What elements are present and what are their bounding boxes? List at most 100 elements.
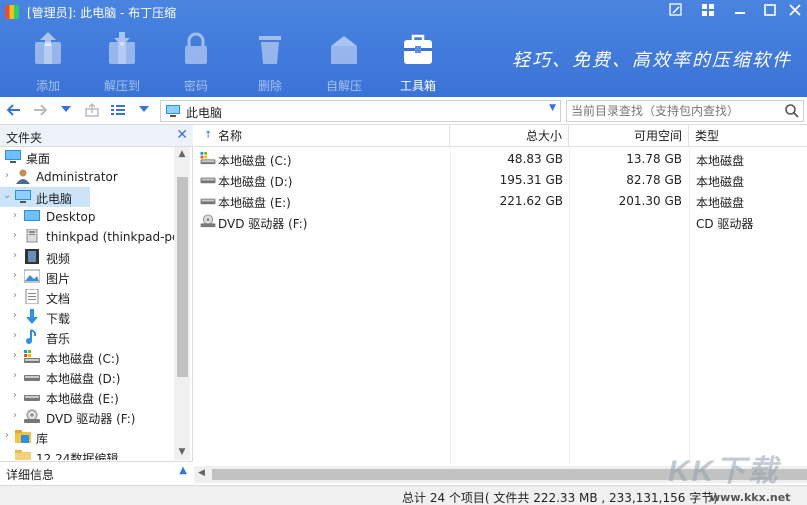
details-panel-toggle[interactable]: 详细信息 ▲: [0, 461, 193, 485]
table-row[interactable]: DVD 驱动器 (F:) CD 驱动器: [194, 211, 807, 232]
table-row[interactable]: 本地磁盘 (D:) 195.31 GB 82.78 GB 本地磁盘: [194, 169, 807, 190]
row-total: 195.31 GB: [499, 173, 563, 187]
sfx-button[interactable]: 自解压: [314, 30, 374, 94]
tree-item-label: thinkpad (thinkpad-pc: [46, 230, 174, 244]
table-row[interactable]: 本地磁盘 (E:) 221.62 GB 201.30 GB 本地磁盘: [194, 190, 807, 211]
password-button[interactable]: 密码: [166, 30, 226, 94]
file-list: ↑ 名称 总大小 可用空间 类型 本地磁盘 (C:) 48.83 GB 13.7…: [194, 125, 807, 485]
search-icon[interactable]: [784, 103, 800, 119]
tree-item-label: 本地磁盘 (C:): [46, 352, 120, 366]
expand-arrow-icon[interactable]: ›: [5, 430, 15, 441]
column-free-space[interactable]: 可用空间: [569, 125, 689, 147]
tree-item-label: DVD 驱动器 (F:): [46, 412, 136, 426]
tree-item-this-pc[interactable]: ⌄ 此电脑: [0, 187, 90, 207]
close-button[interactable]: [785, 3, 805, 21]
row-total: 48.83 GB: [507, 152, 563, 166]
tree-item-drive-d[interactable]: › 本地磁盘 (D:): [0, 367, 174, 387]
tree-scrollbar[interactable]: ▲ ▼: [174, 147, 190, 460]
row-type: 本地磁盘: [696, 196, 745, 210]
tree-item-folder[interactable]: 12.24数据编辑: [0, 447, 174, 460]
expand-arrow-icon[interactable]: ›: [13, 250, 23, 261]
column-name[interactable]: ↑ 名称: [194, 125, 450, 147]
drive-icon: [200, 177, 216, 184]
sfx-icon: [331, 36, 357, 64]
tree-item-label: 本地磁盘 (E:): [46, 392, 119, 406]
settings-icon[interactable]: [698, 3, 718, 21]
tree-item-videos[interactable]: › 视频: [0, 247, 174, 267]
delete-button[interactable]: 删除: [240, 30, 300, 94]
tree-item-label: 音乐: [46, 332, 71, 346]
folder-tree: 桌面 › Administrator ⌄ 此电脑 › Desktop › thi…: [0, 147, 174, 460]
scroll-down-icon[interactable]: ▼: [176, 447, 188, 457]
expand-arrow-icon[interactable]: ›: [13, 310, 23, 321]
address-dropdown-icon[interactable]: ▼: [549, 103, 556, 113]
expand-arrow-icon[interactable]: ›: [5, 170, 15, 181]
row-free: 82.78 GB: [626, 173, 682, 187]
library-icon: [15, 430, 31, 443]
up-folder-icon[interactable]: [83, 102, 101, 120]
tree-item-desktop-folder[interactable]: › Desktop: [0, 207, 174, 227]
tree-item-label: Administrator: [36, 170, 118, 184]
maximize-button[interactable]: [760, 3, 780, 21]
picture-icon: [24, 269, 40, 283]
folder-panel: 文件夹 ✕ 桌面 › Administrator ⌄ 此电脑 › Desktop…: [0, 125, 193, 485]
tree-item-drive-e[interactable]: › 本地磁盘 (E:): [0, 387, 174, 407]
tree-item-documents[interactable]: › 文档: [0, 287, 174, 307]
tree-item-administrator[interactable]: › Administrator: [0, 167, 174, 187]
tree-item-thinkpad[interactable]: › thinkpad (thinkpad-pc: [0, 227, 174, 247]
toolbox-label: 工具箱: [399, 79, 436, 93]
close-panel-icon[interactable]: ✕: [176, 127, 188, 143]
expand-arrow-icon[interactable]: ›: [13, 390, 23, 401]
file-list-header: ↑ 名称 总大小 可用空间 类型: [194, 125, 807, 147]
column-type[interactable]: 类型: [689, 125, 807, 147]
extract-button[interactable]: 解压到: [92, 30, 152, 94]
expand-arrow-icon[interactable]: ›: [13, 210, 23, 221]
add-button[interactable]: 添加: [18, 30, 78, 94]
minimize-button[interactable]: [730, 3, 750, 21]
back-arrow-icon[interactable]: [5, 102, 23, 120]
tree-item-music[interactable]: › 音乐: [0, 327, 174, 347]
sort-arrow-icon: ↑: [204, 130, 213, 141]
document-icon: [25, 289, 39, 304]
toolbox-icon: [404, 34, 432, 64]
expand-arrow-icon[interactable]: ›: [13, 370, 23, 381]
view-list-icon[interactable]: [109, 102, 127, 120]
expand-arrow-icon[interactable]: ›: [13, 350, 23, 361]
column-total-size[interactable]: 总大小: [450, 125, 569, 147]
music-icon: [26, 329, 37, 344]
forward-arrow-icon[interactable]: [31, 102, 49, 120]
navigation-bar: 此电脑 ▼: [0, 97, 807, 125]
tree-item-desktop[interactable]: 桌面: [0, 147, 174, 167]
dvd-icon: [24, 409, 40, 423]
row-name: 本地磁盘 (E:): [218, 196, 291, 210]
tree-item-drive-c[interactable]: › 本地磁盘 (C:): [0, 347, 174, 367]
expand-arrow-icon[interactable]: ›: [13, 270, 23, 281]
chevron-up-icon[interactable]: ▲: [179, 465, 187, 476]
tree-item-label: 下载: [46, 312, 71, 326]
tree-item-libraries[interactable]: › 库: [0, 427, 174, 447]
address-bar[interactable]: 此电脑 ▼: [160, 100, 561, 122]
scroll-up-icon[interactable]: ▲: [176, 149, 188, 159]
toolbox-button[interactable]: 工具箱: [388, 30, 448, 94]
collapse-arrow-icon[interactable]: ⌄: [3, 190, 13, 201]
search-box[interactable]: [566, 100, 804, 122]
scroll-left-icon[interactable]: ◀: [198, 468, 205, 478]
expand-arrow-icon[interactable]: ›: [13, 410, 23, 421]
add-label: 添加: [35, 79, 60, 93]
view-dropdown-icon[interactable]: [135, 102, 153, 120]
tree-item-downloads[interactable]: › 下载: [0, 307, 174, 327]
expand-arrow-icon[interactable]: ›: [13, 330, 23, 341]
search-input[interactable]: [571, 103, 776, 119]
drive-icon: [200, 198, 216, 205]
column-type-label: 类型: [695, 129, 720, 143]
expand-arrow-icon[interactable]: ›: [13, 290, 23, 301]
tree-item-dvd-f[interactable]: › DVD 驱动器 (F:): [0, 407, 174, 427]
tree-item-pictures[interactable]: › 图片: [0, 267, 174, 287]
edit-icon[interactable]: [666, 3, 686, 21]
history-dropdown-icon[interactable]: [57, 102, 75, 120]
tree-item-label: 图片: [46, 272, 71, 286]
window-title: [管理员]: 此电脑 - 布丁压缩: [27, 6, 177, 20]
scrollbar-thumb[interactable]: [177, 177, 188, 377]
expand-arrow-icon[interactable]: ›: [13, 230, 23, 241]
table-row[interactable]: 本地磁盘 (C:) 48.83 GB 13.78 GB 本地磁盘: [194, 148, 807, 169]
